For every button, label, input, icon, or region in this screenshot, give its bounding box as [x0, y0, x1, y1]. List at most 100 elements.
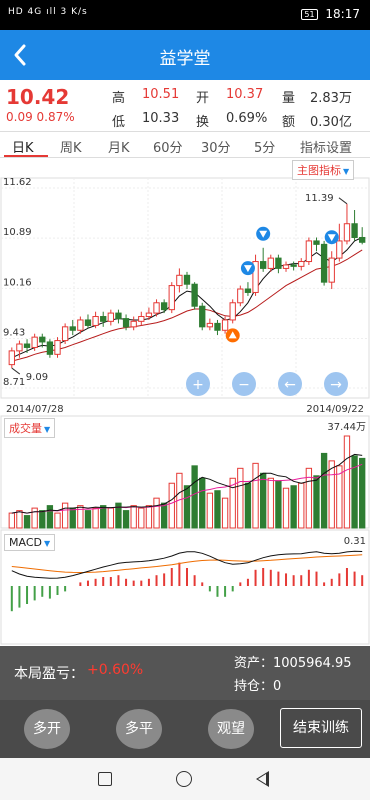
volume-bar [191, 465, 198, 529]
volume-bar [221, 497, 229, 529]
volume-bar [320, 452, 328, 529]
app-header: 益学堂 [0, 30, 370, 80]
volume-bar [275, 480, 282, 529]
candle-body [84, 319, 92, 326]
candle-body [23, 343, 31, 348]
long-close-button[interactable]: 多平 [116, 709, 162, 749]
pl-value: +0.60% [87, 662, 144, 678]
page-title: 益学堂 [159, 49, 211, 69]
candle-body [100, 316, 107, 322]
macd-indicator-label: MACD [9, 536, 42, 549]
assets-value: 资产：1005964.95 [234, 656, 352, 671]
volume-bar [282, 487, 290, 529]
high-value: 10.51 [142, 87, 180, 102]
candle-body [328, 257, 335, 283]
candle-body [244, 288, 252, 293]
dropdown-icon: ▼ [343, 167, 350, 176]
main-indicator-label: 主图指标 [297, 164, 341, 177]
candle-body [305, 240, 313, 263]
wait-button[interactable]: 观望 [208, 709, 254, 749]
tab-weekly[interactable]: 周K [60, 137, 82, 156]
candle-body [138, 316, 145, 322]
period-tabs: 日K 周K 月K 60分 30分 5分 指标设置 [0, 134, 370, 158]
system-nav-bar [0, 758, 370, 800]
volume-max-label: 37.44万 [327, 422, 366, 433]
high-marker-label: 11.39 [305, 193, 334, 204]
volume-bar [61, 502, 69, 529]
turnover-value: 0.69% [226, 111, 268, 126]
home-icon[interactable] [176, 771, 192, 787]
candle-body [31, 336, 38, 348]
candle-body [130, 320, 137, 328]
candle-body [145, 312, 153, 318]
tab-daily[interactable]: 日K [12, 137, 34, 156]
price-change: 0.09 0.87% [6, 110, 75, 124]
tab-30min[interactable]: 30分 [201, 137, 231, 156]
candle-body [260, 261, 267, 269]
volume-bar [199, 477, 206, 529]
volume-bar [46, 505, 54, 529]
volume-bar [267, 477, 274, 529]
tab-5min[interactable]: 5分 [254, 137, 275, 156]
holding-value: 持仓：0 [234, 679, 282, 694]
candle-body [153, 302, 160, 314]
low-marker-line [11, 367, 21, 375]
candle-body [61, 326, 69, 342]
volume-bar [290, 485, 297, 529]
price-tick-label: 10.89 [3, 227, 32, 238]
status-bar: HD 4G ıll 3 K/s 51 18:17 [0, 0, 370, 30]
volume-bar [23, 515, 31, 529]
candle-body [221, 319, 229, 331]
end-training-button[interactable]: 结束训练 [280, 708, 362, 748]
volume-bar [92, 507, 99, 529]
zoom-in-icon-glyph: + [192, 377, 204, 393]
kline-chart[interactable]: 11.62 10.89 10.16 9.43 8.71 11.39 9.09 + − ← → 2014… [0, 158, 370, 646]
candle-body [8, 350, 15, 366]
candle-body [359, 236, 366, 243]
candle-body [191, 283, 198, 307]
volume-bar [328, 460, 335, 529]
volume-bar [138, 507, 145, 529]
dropdown-icon: ▼ [43, 539, 51, 548]
volume-indicator-button[interactable]: 成交量 ▼ [4, 418, 56, 438]
tab-monthly[interactable]: 月K [108, 137, 130, 156]
candle-body [336, 240, 343, 259]
candle-body [183, 274, 191, 285]
recent-apps-icon[interactable] [98, 772, 112, 786]
volume-bar [168, 482, 175, 529]
long-open-button[interactable]: 多开 [24, 709, 70, 749]
candle-body [282, 264, 290, 269]
current-price: 10.42 [6, 85, 70, 109]
status-signal: HD 4G ıll 3 K/s [8, 7, 88, 17]
candle-body [176, 274, 183, 287]
tab-60min[interactable]: 60分 [153, 137, 183, 156]
zoom-out-icon-glyph: − [238, 377, 250, 393]
macd-panel-border [0, 529, 370, 645]
volume-bar [313, 475, 320, 529]
candle-body [92, 316, 99, 326]
volume-bar [153, 497, 160, 529]
active-tab-underline [4, 155, 48, 157]
turnover-label: 换 [196, 115, 210, 130]
main-indicator-button[interactable]: 主图指标 ▼ [292, 160, 355, 180]
volume-value: 2.83万 [310, 91, 352, 106]
volume-bar [206, 492, 214, 529]
amount-label: 额 [282, 115, 296, 130]
volume-bar [130, 505, 137, 529]
account-panel: 本局盈亏： +0.60% 资产：1005964.95 持仓：0 [0, 646, 370, 700]
candle-body [16, 343, 23, 352]
candle-body [46, 341, 54, 355]
volume-indicator-label: 成交量 [9, 422, 42, 435]
tab-indicator-settings[interactable]: 指标设置 [300, 137, 352, 156]
candle-body [199, 305, 206, 328]
back-nav-icon[interactable] [256, 771, 269, 787]
candle-body [320, 243, 328, 283]
candle-body [351, 223, 358, 238]
end-date-label: 2014/09/22 [306, 404, 364, 415]
candle-body [343, 223, 351, 242]
volume-bar [16, 510, 23, 529]
amount-value: 0.30亿 [310, 115, 352, 130]
volume-bar [343, 435, 351, 529]
macd-indicator-button[interactable]: MACD ▼ [4, 534, 56, 551]
dropdown-icon: ▼ [44, 425, 51, 434]
